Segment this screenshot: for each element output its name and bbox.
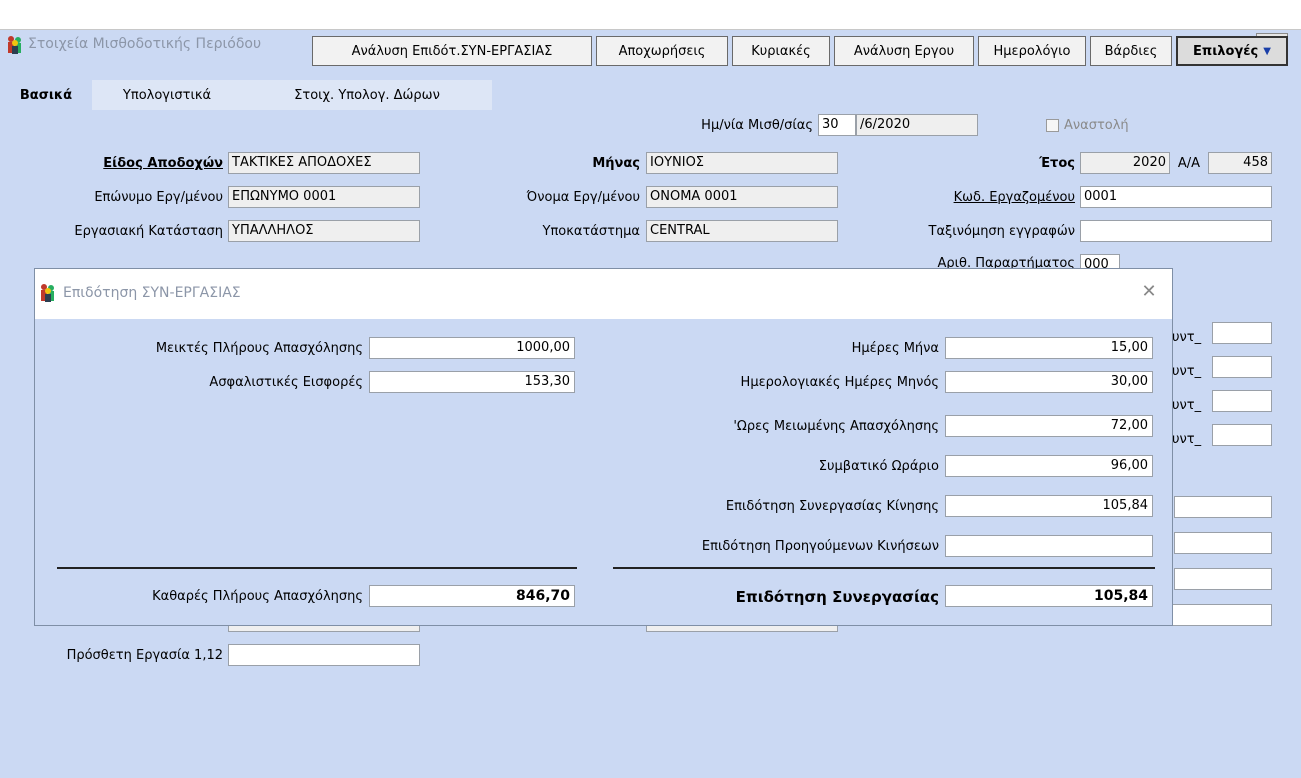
cooperation-subsidy-dialog: Επιδότηση ΣΥΝ-ΕΡΓΑΣΙΑΣ ✕ Μεικτές Πλήρους… — [34, 268, 1173, 626]
branch-field[interactable]: CENTRAL — [646, 220, 838, 242]
gross-full-employment-field[interactable]: 1000,00 — [369, 337, 575, 359]
calendar-button[interactable]: Ημερολόγιο — [978, 36, 1086, 66]
calendar-days-label: Ημερολογιακές Ημέρες Μηνός — [740, 375, 939, 390]
contract-schedule-label: Συμβατικό Ωράριο — [818, 459, 939, 474]
record-classification-label: Ταξινόμηση εγγραφών — [928, 224, 1075, 239]
top-blank-strip — [0, 0, 1301, 30]
previous-movements-label: Επιδότηση Προηγούμενων Κινήσεων — [701, 539, 939, 554]
month-label: Μήνας — [592, 156, 640, 171]
net-full-employment-field[interactable]: 846,70 — [369, 585, 575, 607]
synt-label-1: υντ_ — [1172, 330, 1202, 345]
left-total-separator — [57, 567, 577, 569]
options-button[interactable]: Επιλογές ▼ — [1176, 36, 1288, 66]
record-classification-field[interactable] — [1080, 220, 1272, 242]
month-field[interactable]: ΙΟΥΝΙΟΣ — [646, 152, 838, 174]
year-field[interactable]: 2020 — [1080, 152, 1170, 174]
work-status-field[interactable]: ΥΠΑΛΛΗΛΟΣ — [228, 220, 420, 242]
synt-label-4: υντ_ — [1172, 432, 1202, 447]
synt-field-2[interactable] — [1212, 356, 1272, 378]
gross-full-employment-label: Μεικτές Πλήρους Απασχόλησης — [155, 341, 363, 356]
reduced-hours-label: 'Ωρες Μειωμένης Απασχόλησης — [733, 419, 939, 434]
tab-bonus-calc[interactable]: Στοιχ. Υπολογ. Δώρων — [242, 80, 492, 110]
extra-work-field[interactable] — [228, 644, 420, 666]
departures-button[interactable]: Αποχωρήσεις — [596, 36, 728, 66]
suspension-label: Αναστολή — [1064, 118, 1129, 133]
insurance-contributions-label: Ασφαλιστικές Εισφορές — [209, 375, 363, 390]
payroll-day-field[interactable]: 30 — [818, 114, 856, 136]
synt-field-4[interactable] — [1212, 424, 1272, 446]
sundays-button[interactable]: Κυριακές — [732, 36, 830, 66]
branch-label: Υποκατάστημα — [542, 224, 641, 239]
right-total-separator — [613, 567, 1155, 569]
options-label: Επιλογές — [1193, 43, 1259, 59]
earnings-type-label[interactable]: Είδος Αποδοχών — [20, 156, 223, 171]
net-full-employment-label: Καθαρές Πλήρους Απασχόλησης — [152, 589, 363, 604]
payroll-date-field[interactable]: /6/2020 — [856, 114, 978, 136]
contract-schedule-field[interactable]: 96,00 — [945, 455, 1153, 477]
extra-work-label: Πρόσθετη Εργασία 1,12 — [66, 648, 223, 663]
payroll-date-label: Ημ/νία Μισθ/σίας — [701, 118, 813, 133]
suspension-checkbox[interactable] — [1046, 119, 1059, 132]
synt-field-3[interactable] — [1212, 390, 1272, 412]
movement-subsidy-label: Επιδότηση Συνεργασίας Κίνησης — [725, 499, 939, 514]
work-status-label: Εργασιακή Κατάσταση — [74, 224, 223, 239]
people-icon — [41, 284, 54, 302]
insurance-contributions-field[interactable]: 153,30 — [369, 371, 575, 393]
hidden-field-3[interactable] — [1174, 568, 1272, 590]
dropdown-arrow-icon: ▼ — [1263, 45, 1271, 57]
reduced-hours-field[interactable]: 72,00 — [945, 415, 1153, 437]
month-days-field[interactable]: 15,00 — [945, 337, 1153, 359]
calendar-days-field[interactable]: 30,00 — [945, 371, 1153, 393]
surname-label: Επώνυμο Εργ/μένου — [94, 190, 223, 205]
shifts-button[interactable]: Βάρδιες — [1090, 36, 1172, 66]
firstname-field[interactable]: ΟΝΟΜΑ 0001 — [646, 186, 838, 208]
firstname-label: Όνομα Εργ/μένου — [526, 190, 640, 205]
month-days-label: Ημέρες Μήνα — [851, 341, 939, 356]
tab-basic[interactable]: Βασικά — [0, 80, 92, 110]
cooperation-subsidy-field[interactable]: 105,84 — [945, 585, 1153, 607]
cooperation-subsidy-label: Επιδότηση Συνεργασίας — [735, 588, 939, 606]
window-title: Στοιχεία Μισθοδοτικής Περιόδου — [28, 36, 262, 52]
earnings-type-field[interactable]: ΤΑΚΤΙΚΕΣ ΑΠΟΔΟΧΕΣ — [228, 152, 420, 174]
aa-field[interactable]: 458 — [1208, 152, 1272, 174]
dialog-title-bar: Επιδότηση ΣΥΝ-ΕΡΓΑΣΙΑΣ ✕ — [35, 269, 1172, 319]
surname-field[interactable]: ΕΠΩΝΥΜΟ 0001 — [228, 186, 420, 208]
subsidy-analysis-button[interactable]: Ανάλυση Επιδότ.ΣΥΝ-ΕΡΓΑΣΙΑΣ — [312, 36, 592, 66]
synt-field-1[interactable] — [1212, 322, 1272, 344]
synt-label-3: υντ_ — [1172, 398, 1202, 413]
dialog-title: Επιδότηση ΣΥΝ-ΕΡΓΑΣΙΑΣ — [63, 285, 241, 301]
work-analysis-button[interactable]: Ανάλυση Εργου — [834, 36, 974, 66]
hidden-field-2[interactable] — [1174, 532, 1272, 554]
employee-code-field[interactable]: 0001 — [1080, 186, 1272, 208]
tab-calculations[interactable]: Υπολογιστικά — [92, 80, 242, 110]
hidden-field-1[interactable] — [1174, 496, 1272, 518]
year-label: Έτος — [1039, 156, 1075, 171]
people-icon — [8, 36, 21, 54]
synt-label-2: υντ_ — [1172, 364, 1202, 379]
movement-subsidy-field[interactable]: 105,84 — [945, 495, 1153, 517]
employee-code-label[interactable]: Κωδ. Εργαζομένου — [880, 190, 1075, 205]
dialog-close-button[interactable]: ✕ — [1135, 279, 1163, 305]
aa-label: Α/Α — [1177, 156, 1201, 171]
previous-movements-field[interactable] — [945, 535, 1153, 557]
